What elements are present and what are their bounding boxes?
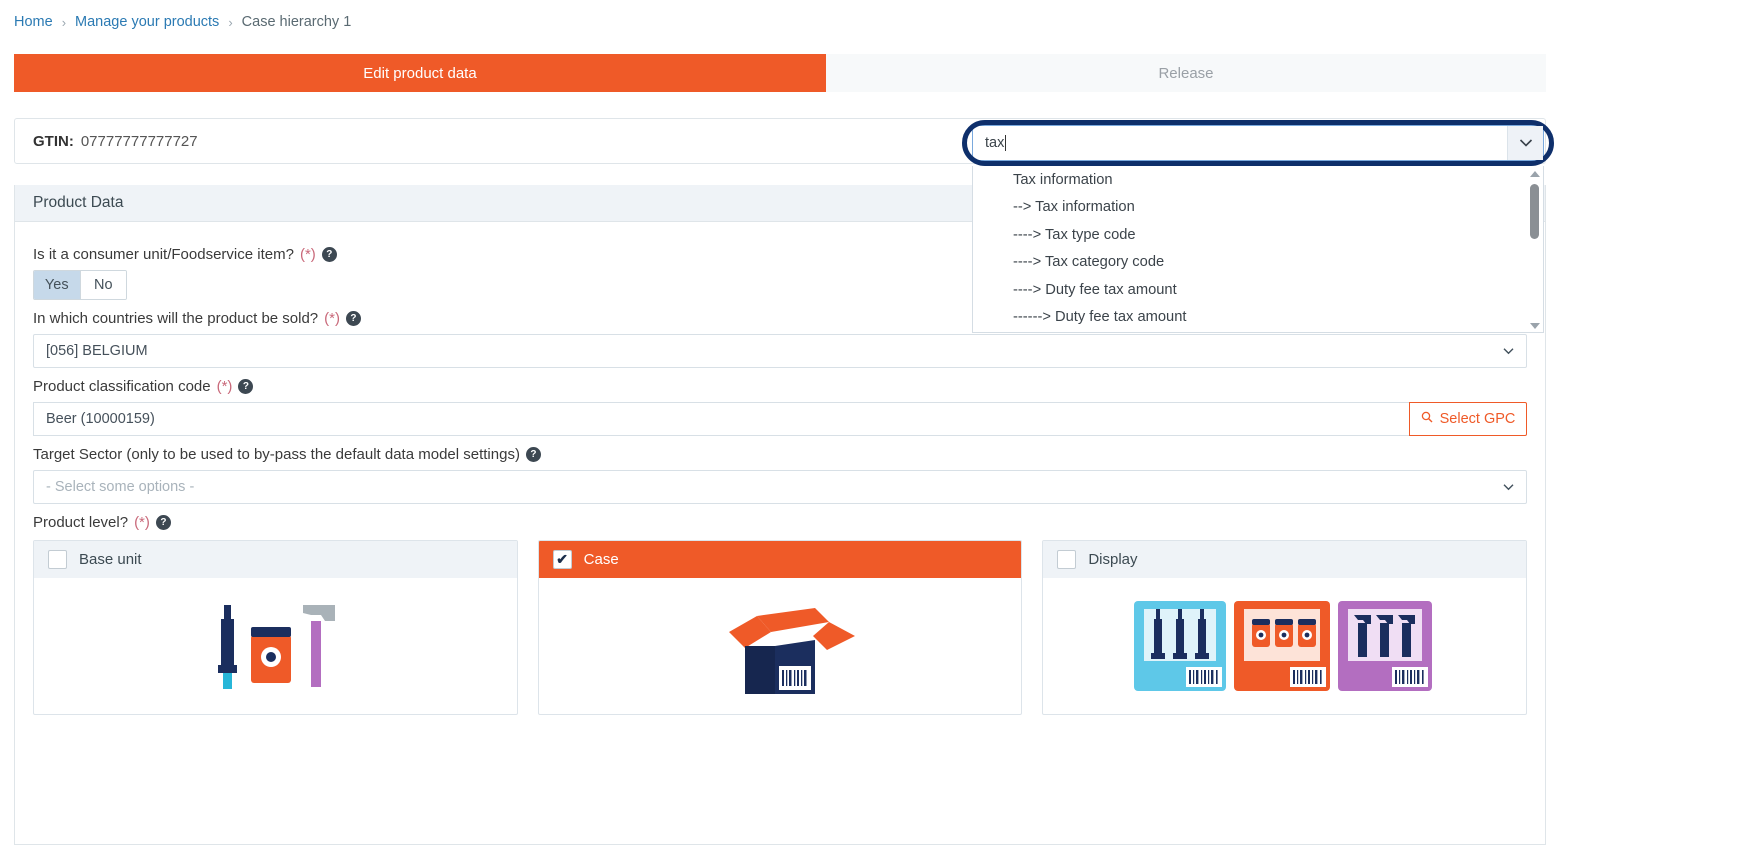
product-level-card-display[interactable]: Display <box>1042 540 1528 715</box>
breadcrumb-separator-icon: › <box>61 14 67 30</box>
attribute-search-toggle-button[interactable] <box>1507 126 1543 160</box>
tab-edit-product-data-label: Edit product data <box>363 64 477 82</box>
classification-value: Beer (10000159) <box>46 411 155 427</box>
scroll-down-arrow-icon[interactable] <box>1527 319 1542 332</box>
dropdown-scrollbar[interactable] <box>1527 167 1542 332</box>
required-marker: (*) <box>134 514 150 531</box>
chevron-down-icon <box>1503 346 1514 357</box>
tab-edit-product-data[interactable]: Edit product data <box>14 54 845 92</box>
list-item[interactable]: ----> Tax type code <box>973 221 1543 249</box>
text-caret <box>1005 135 1007 151</box>
list-item[interactable]: ----> Tax category code <box>973 249 1543 277</box>
target-sector-select[interactable]: - Select some options - <box>33 470 1527 504</box>
attribute-search-options-list[interactable]: Tax information --> Tax information ----… <box>972 166 1544 333</box>
classification-input[interactable]: Beer (10000159) <box>33 402 1409 436</box>
search-icon <box>1421 411 1433 427</box>
product-level-card-case[interactable]: ✔ Case <box>537 540 1023 715</box>
classification-label-text: Product classification code <box>33 378 211 395</box>
countries-select[interactable]: [056] BELGIUM <box>33 334 1527 368</box>
checkbox-base-unit[interactable] <box>48 550 67 569</box>
breadcrumb-item-manage-your-products[interactable]: Manage your products <box>75 14 219 30</box>
classification-label: Product classification code (*) ? <box>33 378 1527 395</box>
attribute-search-input[interactable]: tax <box>972 125 1544 161</box>
target-sector-label-text: Target Sector (only to be used to by-pas… <box>33 446 520 463</box>
breadcrumb-separator-icon: › <box>228 14 233 30</box>
product-level-card-base-unit[interactable]: Base unit <box>33 540 518 715</box>
product-level-card-display-label: Display <box>1088 551 1138 568</box>
consumer-unit-label-text: Is it a consumer unit/Foodservice item? <box>33 246 294 263</box>
product-level-card-base-unit-label: Base unit <box>79 551 142 568</box>
select-gpc-button-label: Select GPC <box>1439 411 1516 427</box>
countries-label-text: In which countries will the product be s… <box>33 310 319 327</box>
product-level-card-case-label: Case <box>583 551 619 568</box>
required-marker: (*) <box>216 378 233 395</box>
tab-release-label: Release <box>1158 64 1214 82</box>
chevron-down-icon <box>1503 482 1514 493</box>
chevron-down-icon <box>1519 135 1533 152</box>
question-mark-icon[interactable]: ? <box>525 447 541 462</box>
consumer-unit-option-yes[interactable]: Yes <box>34 271 80 299</box>
list-item[interactable]: --> Tax information <box>973 194 1543 222</box>
workflow-tab-bar: Edit product data Release <box>14 54 1546 92</box>
checkbox-display[interactable] <box>1057 550 1077 569</box>
product-level-card-display-header[interactable]: Display <box>1043 541 1527 578</box>
scroll-up-arrow-icon[interactable] <box>1527 167 1542 180</box>
product-level-cards: Base unit ✔ Case Display <box>33 540 1528 715</box>
question-mark-icon[interactable]: ? <box>321 247 337 262</box>
attribute-search-value: tax <box>985 135 1005 151</box>
question-mark-icon[interactable]: ? <box>238 379 254 394</box>
display-pallet-illustration <box>1043 578 1526 714</box>
tab-release[interactable]: Release <box>826 54 1546 92</box>
product-level-label: Product level? (*) ? <box>33 514 1527 531</box>
gtin-value: 07777777777727 <box>80 132 198 150</box>
product-level-card-case-header[interactable]: ✔ Case <box>538 541 1022 578</box>
base-unit-illustration <box>34 578 517 714</box>
gtin-label: GTIN: <box>33 132 74 150</box>
required-marker: (*) <box>324 310 340 327</box>
target-sector-label: Target Sector (only to be used to by-pas… <box>33 446 1527 463</box>
question-mark-icon[interactable]: ? <box>155 515 171 530</box>
checkbox-case[interactable]: ✔ <box>552 550 572 569</box>
product-level-label-text: Product level? <box>33 514 129 531</box>
target-sector-placeholder: - Select some options - <box>46 479 195 495</box>
countries-select-value: [056] BELGIUM <box>46 343 148 359</box>
list-item[interactable]: ------> Duty fee tax amount <box>973 304 1543 332</box>
breadcrumb: Home › Manage your products › Case hiera… <box>0 0 1760 34</box>
list-item[interactable]: Tax information <box>973 166 1543 194</box>
consumer-unit-option-no[interactable]: No <box>79 271 126 299</box>
classification-row: Beer (10000159) Select GPC <box>33 402 1527 436</box>
select-gpc-button[interactable]: Select GPC <box>1409 402 1527 436</box>
breadcrumb-item-current: Case hierarchy 1 <box>241 14 352 30</box>
checkmark-icon: ✔ <box>556 551 569 567</box>
scrollbar-thumb[interactable] <box>1530 184 1539 239</box>
page-title: Product Data <box>33 194 124 211</box>
consumer-unit-toggle[interactable]: Yes No <box>33 270 127 300</box>
case-box-illustration <box>539 578 1022 714</box>
product-level-card-base-unit-header[interactable]: Base unit <box>34 541 517 578</box>
question-mark-icon[interactable]: ? <box>345 311 361 326</box>
required-marker: (*) <box>299 246 316 263</box>
list-item[interactable]: ----> Duty fee tax amount <box>973 276 1543 304</box>
breadcrumb-item-home[interactable]: Home <box>14 14 53 30</box>
